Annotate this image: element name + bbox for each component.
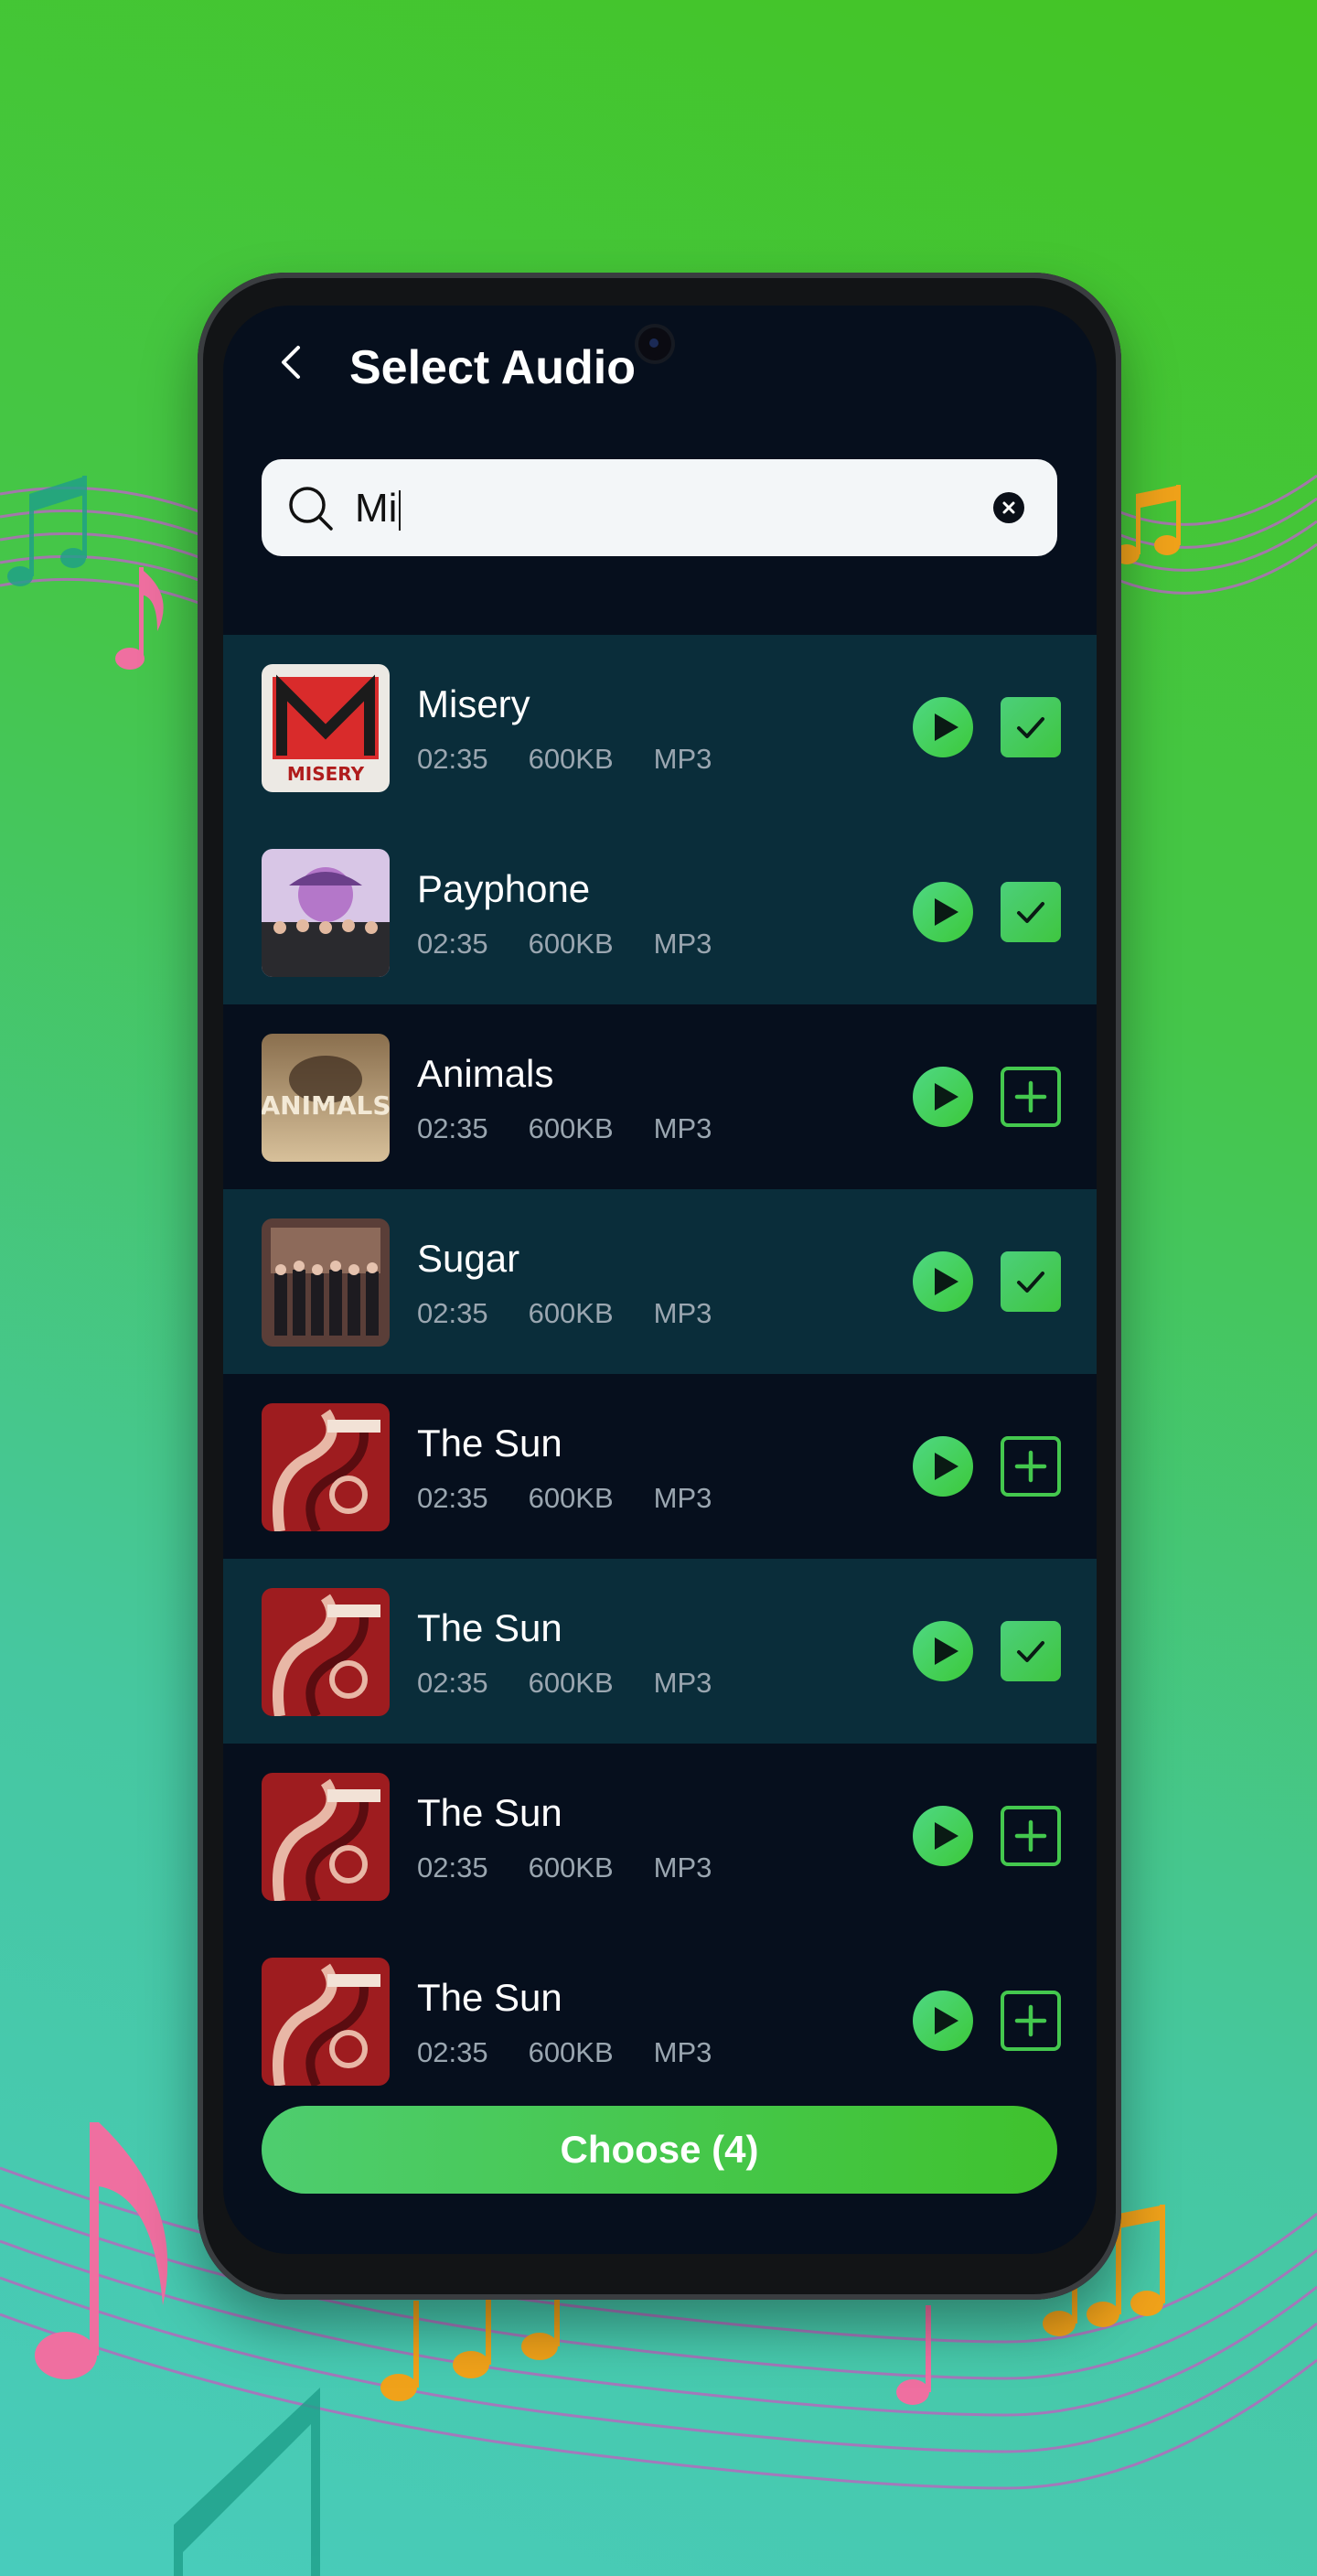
play-icon[interactable] bbox=[913, 1621, 973, 1681]
search-query-text: Mi bbox=[355, 486, 398, 531]
song-title: Payphone bbox=[417, 867, 591, 910]
song-format: MP3 bbox=[653, 1112, 712, 1144]
song-meta: 02:35 600KB MP3 bbox=[417, 928, 712, 961]
song-format: MP3 bbox=[653, 1297, 712, 1329]
song-size: 600KB bbox=[528, 928, 614, 960]
album-art-image bbox=[262, 1218, 390, 1347]
song-format: MP3 bbox=[653, 743, 712, 775]
song-row[interactable]: The Sun 02:35 600KB MP3 bbox=[223, 1744, 1097, 1928]
page-title: Select Audio bbox=[349, 341, 637, 394]
song-title: The Sun bbox=[417, 1606, 562, 1649]
song-title: Misery bbox=[417, 682, 530, 725]
svg-text:ANIMALS: ANIMALS bbox=[262, 1090, 390, 1121]
album-art-image bbox=[262, 849, 390, 977]
album-art-image bbox=[262, 1958, 390, 2086]
song-meta: 02:35 600KB MP3 bbox=[417, 1852, 712, 1884]
album-art-image bbox=[262, 1588, 390, 1716]
choose-button[interactable]: Choose (4) bbox=[262, 2106, 1057, 2194]
check-icon[interactable] bbox=[1001, 1251, 1061, 1312]
search-icon bbox=[289, 487, 333, 531]
song-duration: 02:35 bbox=[417, 1482, 488, 1514]
album-art-image bbox=[262, 1403, 390, 1531]
song-size: 600KB bbox=[528, 1482, 614, 1514]
play-icon[interactable] bbox=[913, 1251, 973, 1312]
song-duration: 02:35 bbox=[417, 1667, 488, 1699]
play-icon[interactable] bbox=[913, 1436, 973, 1497]
back-chevron-left-icon[interactable] bbox=[278, 344, 304, 381]
song-duration: 02:35 bbox=[417, 743, 488, 775]
front-camera bbox=[638, 327, 671, 360]
album-art-image bbox=[262, 1773, 390, 1901]
song-meta: 02:35 600KB MP3 bbox=[417, 1297, 712, 1330]
add-plus-icon[interactable] bbox=[1001, 1991, 1061, 2051]
text-caret bbox=[399, 490, 402, 531]
add-plus-icon[interactable] bbox=[1001, 1067, 1061, 1127]
song-row[interactable]: Sugar 02:35 600KB MP3 bbox=[223, 1189, 1097, 1374]
song-size: 600KB bbox=[528, 743, 614, 775]
song-title: Animals bbox=[417, 1052, 554, 1095]
search-input[interactable]: Mi bbox=[262, 459, 1057, 556]
play-icon[interactable] bbox=[913, 1806, 973, 1866]
check-icon[interactable] bbox=[1001, 697, 1061, 757]
song-meta: 02:35 600KB MP3 bbox=[417, 1482, 712, 1515]
song-meta: 02:35 600KB MP3 bbox=[417, 1112, 712, 1145]
clear-icon[interactable] bbox=[993, 492, 1024, 523]
song-duration: 02:35 bbox=[417, 2036, 488, 2068]
song-format: MP3 bbox=[653, 928, 712, 960]
song-duration: 02:35 bbox=[417, 1852, 488, 1884]
svg-text:MISERY: MISERY bbox=[287, 763, 365, 785]
song-meta: 02:35 600KB MP3 bbox=[417, 1667, 712, 1700]
album-art-image: ANIMALS bbox=[262, 1034, 390, 1162]
song-format: MP3 bbox=[653, 1482, 712, 1514]
song-meta: 02:35 600KB MP3 bbox=[417, 743, 712, 776]
song-size: 600KB bbox=[528, 1852, 614, 1884]
song-duration: 02:35 bbox=[417, 1297, 488, 1329]
song-size: 600KB bbox=[528, 1667, 614, 1699]
play-icon[interactable] bbox=[913, 697, 973, 757]
song-title: Sugar bbox=[417, 1237, 520, 1280]
song-row[interactable]: The Sun 02:35 600KB MP3 bbox=[223, 1559, 1097, 1744]
play-icon[interactable] bbox=[913, 1991, 973, 2051]
add-plus-icon[interactable] bbox=[1001, 1806, 1061, 1866]
add-plus-icon[interactable] bbox=[1001, 1436, 1061, 1497]
song-row[interactable]: MISERY Misery 02:35 600KB MP3 bbox=[223, 635, 1097, 820]
song-size: 600KB bbox=[528, 1297, 614, 1329]
song-format: MP3 bbox=[653, 1852, 712, 1884]
song-list: MISERY Misery 02:35 600KB MP3 Payphone 02:35 60… bbox=[223, 635, 1097, 2113]
song-size: 600KB bbox=[528, 1112, 614, 1144]
check-icon[interactable] bbox=[1001, 1621, 1061, 1681]
song-meta: 02:35 600KB MP3 bbox=[417, 2036, 712, 2069]
song-row[interactable]: The Sun 02:35 600KB MP3 bbox=[223, 1928, 1097, 2113]
app-screen: Select Audio Mi MISERY Misery 02:35 600KB MP… bbox=[223, 306, 1097, 2254]
song-title: The Sun bbox=[417, 1976, 562, 2019]
play-icon[interactable] bbox=[913, 882, 973, 942]
play-icon[interactable] bbox=[913, 1067, 973, 1127]
song-duration: 02:35 bbox=[417, 1112, 488, 1144]
song-size: 600KB bbox=[528, 2036, 614, 2068]
song-format: MP3 bbox=[653, 1667, 712, 1699]
song-format: MP3 bbox=[653, 2036, 712, 2068]
song-duration: 02:35 bbox=[417, 928, 488, 960]
check-icon[interactable] bbox=[1001, 882, 1061, 942]
song-title: The Sun bbox=[417, 1422, 562, 1465]
song-row[interactable]: Payphone 02:35 600KB MP3 bbox=[223, 820, 1097, 1004]
song-row[interactable]: ANIMALS Animals 02:35 600KB MP3 bbox=[223, 1004, 1097, 1189]
album-art-image: MISERY bbox=[262, 664, 390, 792]
song-title: The Sun bbox=[417, 1791, 562, 1834]
song-row[interactable]: The Sun 02:35 600KB MP3 bbox=[223, 1374, 1097, 1559]
